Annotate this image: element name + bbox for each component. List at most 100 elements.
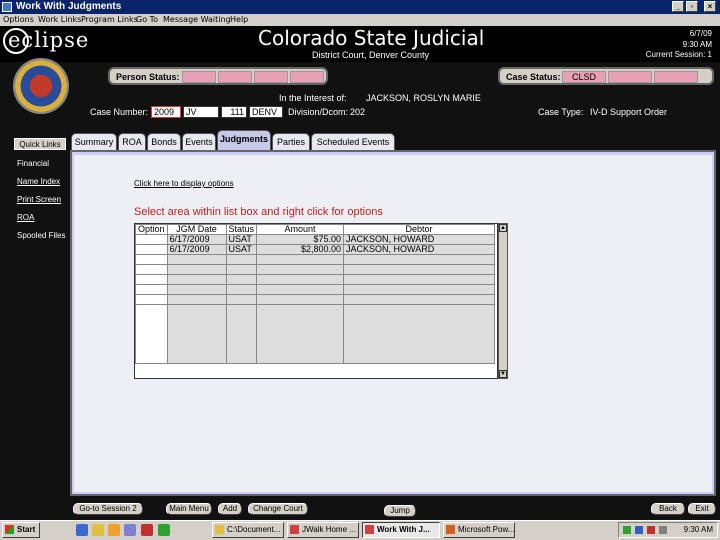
task-microsoft-powerpoint[interactable]: Microsoft Pow... — [443, 522, 515, 538]
menu-program-links[interactable]: Program Links — [81, 14, 138, 26]
judgments-list-box[interactable]: Option JGM Date Status Amount Debtor 6/1… — [134, 223, 498, 379]
person-status-box-2 — [218, 71, 252, 83]
case-type-code-field[interactable]: JV — [183, 106, 219, 118]
task-label: C:\Document... — [227, 525, 281, 534]
cell-amount — [256, 264, 345, 275]
change-court-button[interactable]: Change Court — [248, 503, 308, 515]
cell-amount — [256, 304, 345, 364]
cell-amount — [256, 254, 345, 265]
court-title: Colorado State Judicial — [258, 26, 485, 50]
quicklaunch-folder-icon[interactable] — [92, 524, 104, 536]
table-row[interactable]: 6/17/2009 USAT $2,800.00 JACKSON, HOWARD — [135, 244, 496, 255]
menu-help[interactable]: Help — [230, 14, 248, 26]
tray-alert-icon[interactable] — [647, 526, 655, 534]
tab-roa[interactable]: ROA — [118, 133, 146, 151]
tray-network-icon[interactable] — [623, 526, 631, 534]
case-county-field[interactable]: DENV — [249, 106, 283, 118]
case-type-value: IV-D Support Order — [590, 107, 668, 117]
goto-session-button[interactable]: Go-to Session 2 — [73, 503, 143, 515]
table-row[interactable]: 6/17/2009 USAT $75.00 JACKSON, HOWARD — [135, 234, 496, 245]
jump-button[interactable]: Jump — [384, 505, 416, 517]
cell-status — [225, 284, 258, 295]
col-status[interactable]: Status — [225, 224, 258, 235]
cell-debtor — [343, 304, 496, 364]
tab-events[interactable]: Events — [182, 133, 216, 151]
quicklaunch-outlook-icon[interactable] — [108, 524, 120, 536]
tab-judgments[interactable]: Judgments — [217, 130, 271, 151]
cell-debtor: JACKSON, HOWARD — [343, 244, 496, 255]
cell-option[interactable] — [135, 274, 168, 285]
table-row[interactable] — [135, 264, 496, 275]
table-row[interactable] — [135, 254, 496, 265]
menu-work-links[interactable]: Work Links — [38, 14, 81, 26]
nav-spooled-files[interactable]: Spooled Files — [17, 231, 65, 240]
case-sequence-field[interactable]: 111 — [221, 106, 247, 118]
tab-bonds[interactable]: Bonds — [147, 133, 181, 151]
cell-amount — [256, 284, 345, 295]
cell-jgm-date — [166, 294, 227, 305]
cell-option[interactable] — [135, 254, 168, 265]
menu-go-to[interactable]: Go To — [136, 14, 158, 26]
case-year-field[interactable]: 2009 — [151, 106, 181, 118]
current-session: Current Session: 1 — [645, 50, 712, 59]
table-row[interactable] — [135, 304, 496, 364]
court-subtitle: District Court, Denver County — [312, 50, 430, 60]
cell-option[interactable] — [135, 244, 168, 255]
menu-options[interactable]: Options — [3, 14, 34, 26]
cell-amount — [256, 274, 345, 285]
jwalk-icon — [290, 525, 299, 534]
start-button[interactable]: Start — [2, 522, 40, 538]
quicklaunch-media-icon[interactable] — [124, 524, 136, 536]
tab-scheduled-events[interactable]: Scheduled Events — [311, 133, 395, 151]
tab-summary[interactable]: Summary — [71, 133, 117, 151]
nav-financial[interactable]: Financial — [17, 159, 49, 168]
nav-name-index[interactable]: Name Index — [17, 177, 60, 186]
col-debtor[interactable]: Debtor — [343, 224, 496, 235]
quicklaunch-excel-icon[interactable] — [158, 524, 170, 536]
instruction-text: Select area within list box and right cl… — [134, 206, 383, 218]
nav-roa[interactable]: ROA — [17, 213, 34, 222]
eclipse-logo: eclipse — [8, 28, 90, 52]
list-scrollbar[interactable]: ▲ ▼ — [498, 223, 508, 379]
task-documents[interactable]: C:\Document... — [212, 522, 284, 538]
tab-parties[interactable]: Parties — [272, 133, 310, 151]
state-seal-icon — [13, 58, 69, 114]
col-amount[interactable]: Amount — [256, 224, 345, 235]
table-row[interactable] — [135, 284, 496, 295]
table-row[interactable] — [135, 294, 496, 305]
maximize-button[interactable]: ▫ — [686, 1, 698, 12]
cell-debtor — [343, 284, 496, 295]
minimize-button[interactable]: _ — [672, 1, 684, 12]
quick-links-button[interactable]: Quick Links — [14, 138, 66, 150]
cell-debtor — [343, 294, 496, 305]
cell-status — [225, 294, 258, 305]
cell-option[interactable] — [135, 284, 168, 295]
tray-volume-icon[interactable] — [659, 526, 667, 534]
scroll-down-icon[interactable]: ▼ — [499, 370, 507, 378]
case-status-value: CLSD — [562, 71, 606, 83]
quicklaunch-ie-icon[interactable] — [76, 524, 88, 536]
main-menu-button[interactable]: Main Menu — [166, 503, 212, 515]
task-work-with-judgments[interactable]: Work With J... — [362, 522, 440, 538]
back-button[interactable]: Back — [651, 503, 685, 515]
close-button[interactable]: × — [704, 1, 716, 12]
cell-option[interactable] — [135, 264, 168, 275]
cell-option[interactable] — [135, 234, 168, 245]
exit-button[interactable]: Exit — [688, 503, 716, 515]
col-option[interactable]: Option — [135, 224, 168, 235]
nav-print-screen[interactable]: Print Screen — [17, 195, 61, 204]
window-title: Work With Judgments — [16, 1, 122, 12]
table-row[interactable] — [135, 274, 496, 285]
scroll-up-icon[interactable]: ▲ — [499, 224, 507, 232]
cell-status: USAT — [225, 244, 258, 255]
tray-security-icon[interactable] — [635, 526, 643, 534]
display-options-link[interactable]: Click here to display options — [134, 179, 234, 188]
task-jwalk-home[interactable]: JWalk Home ... — [287, 522, 359, 538]
quicklaunch-app-icon[interactable] — [141, 524, 153, 536]
add-button[interactable]: Add — [218, 503, 242, 515]
col-jgm-date[interactable]: JGM Date — [166, 224, 227, 235]
cell-jgm-date — [166, 254, 227, 265]
cell-option[interactable] — [135, 294, 168, 305]
cell-option[interactable] — [135, 304, 168, 364]
menu-message-waiting[interactable]: Message Waiting — [163, 14, 231, 26]
